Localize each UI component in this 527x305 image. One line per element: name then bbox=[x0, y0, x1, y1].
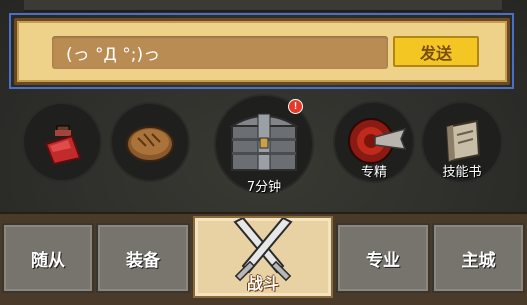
tab-main-city[interactable]: 主城 bbox=[432, 223, 525, 293]
send-button[interactable]: 发送 bbox=[393, 36, 479, 67]
chat-input-box[interactable] bbox=[52, 36, 388, 69]
tab-battle[interactable]: 战斗 bbox=[193, 216, 333, 298]
skill-book-label: 技能书 bbox=[442, 165, 482, 180]
tab-followers[interactable]: 随从 bbox=[2, 223, 94, 293]
chat-input[interactable] bbox=[52, 36, 388, 69]
potion-slot[interactable] bbox=[24, 104, 100, 180]
bread-icon bbox=[126, 126, 174, 162]
potion-icon bbox=[44, 125, 82, 166]
chest-alert-badge: ! bbox=[288, 99, 303, 114]
tab-battle-label: 战斗 bbox=[246, 274, 279, 293]
specialize-slot[interactable]: 专精 bbox=[335, 103, 413, 181]
specialize-label: 专精 bbox=[360, 165, 387, 180]
tab-profession[interactable]: 专业 bbox=[336, 223, 430, 293]
bread-slot[interactable] bbox=[112, 104, 188, 180]
chest-timer-label: 7分钟 bbox=[246, 180, 282, 195]
skill-book-slot[interactable]: 技能书 bbox=[423, 103, 501, 181]
tab-equipment[interactable]: 装备 bbox=[96, 223, 190, 293]
top-frame-strip bbox=[24, 0, 502, 12]
